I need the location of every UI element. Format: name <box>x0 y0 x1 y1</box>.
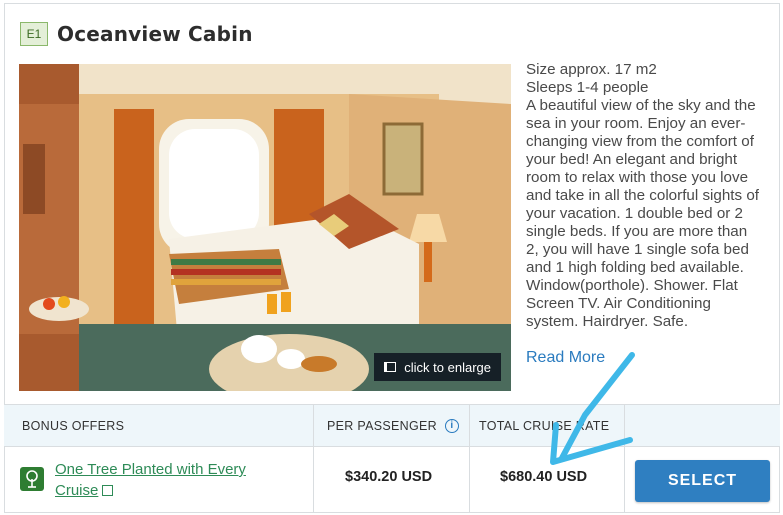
header-total-cruise-rate: TOTAL CRUISE RATE <box>479 418 610 433</box>
tree-icon <box>20 467 44 491</box>
cabin-photo[interactable]: click to enlarge <box>19 64 511 391</box>
pricing-table: BONUS OFFERS PER PASSENGER i TOTAL CRUIS… <box>4 404 780 513</box>
cabin-sleeps: Sleeps 1-4 people <box>526 79 649 96</box>
total-cruise-price: $680.40 USD <box>500 469 588 485</box>
select-button[interactable]: SELECT <box>635 460 770 502</box>
header-per-passenger: PER PASSENGER i <box>327 405 459 446</box>
enlarge-button[interactable]: click to enlarge <box>374 353 501 381</box>
external-link-icon[interactable] <box>102 485 114 496</box>
cabin-photo-image <box>19 64 511 391</box>
read-more-link[interactable]: Read More <box>526 349 605 367</box>
bonus-offer-line2: Cruise <box>55 482 99 499</box>
cabin-size: Size approx. 17 m2 <box>526 61 657 78</box>
enlarge-label: click to enlarge <box>404 359 491 375</box>
cabin-description: Size approx. 17 m2 Sleeps 1-4 people A b… <box>526 61 764 331</box>
cabin-header: E1 Oceanview Cabin <box>20 20 253 48</box>
pricing-row: One Tree Planted with Every Cruise $340.… <box>4 447 780 511</box>
header-bonus-offers: BONUS OFFERS <box>22 418 125 433</box>
cabin-title: Oceanview Cabin <box>57 22 253 46</box>
enlarge-icon <box>384 362 397 372</box>
info-icon[interactable]: i <box>444 418 459 433</box>
header-per-passenger-label: PER PASSENGER <box>327 418 437 433</box>
cabin-code-badge: E1 <box>20 22 48 46</box>
cabin-details: A beautiful view of the sky and the sea … <box>526 97 760 330</box>
bonus-offer-link[interactable]: One Tree Planted with Every Cruise <box>55 459 295 501</box>
per-passenger-price: $340.20 USD <box>345 469 433 485</box>
pricing-table-header: BONUS OFFERS PER PASSENGER i TOTAL CRUIS… <box>4 405 780 447</box>
bonus-offer-line1: One Tree Planted with Every <box>55 461 246 478</box>
